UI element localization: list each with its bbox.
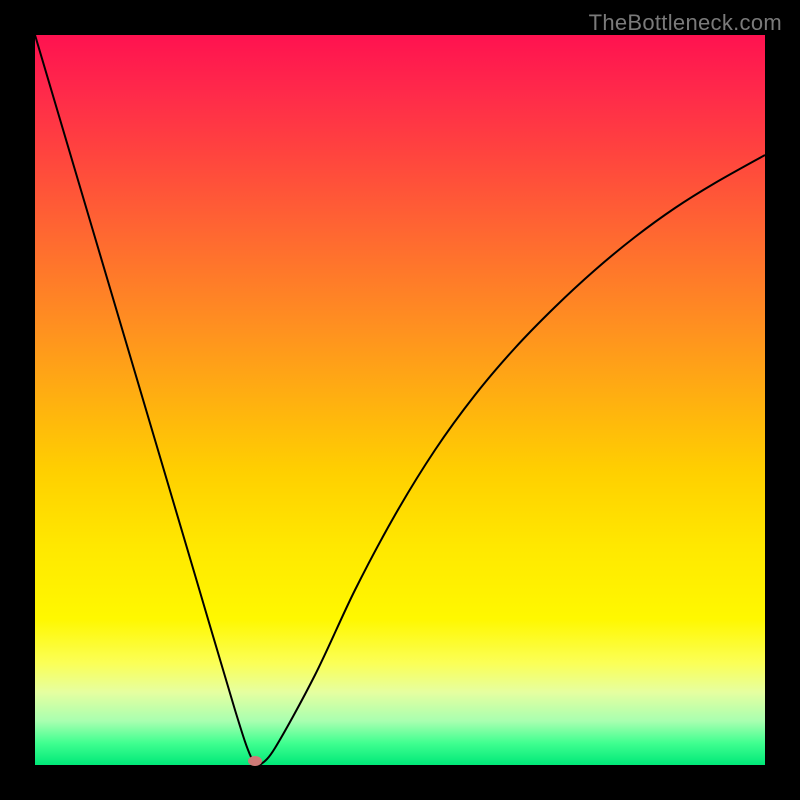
plot-area bbox=[35, 35, 765, 765]
minimum-marker bbox=[248, 756, 262, 766]
curve-path bbox=[35, 35, 765, 765]
chart-frame: TheBottleneck.com bbox=[0, 0, 800, 800]
watermark-text: TheBottleneck.com bbox=[589, 10, 782, 36]
bottleneck-curve bbox=[35, 35, 765, 765]
